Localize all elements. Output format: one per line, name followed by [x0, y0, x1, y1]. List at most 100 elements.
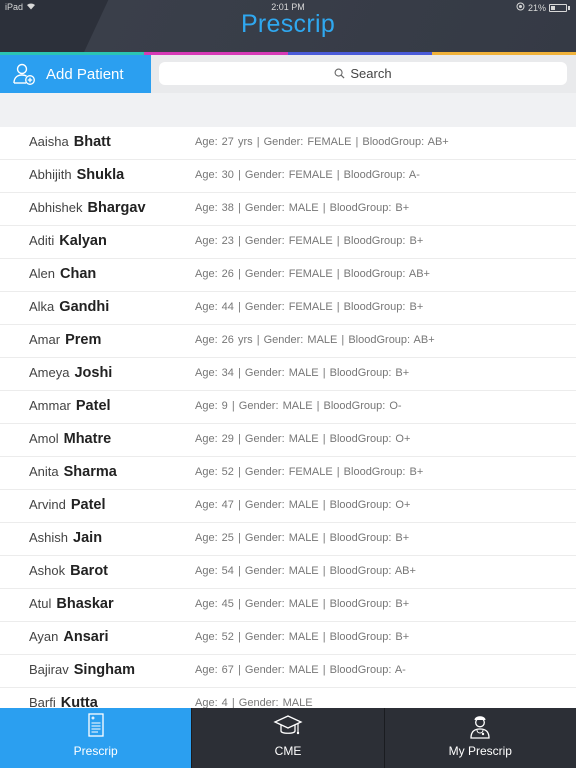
- search-placeholder: Search: [350, 66, 392, 81]
- tab-cme-label: CME: [274, 744, 302, 758]
- patient-name: Alka Gandhi: [29, 299, 109, 315]
- tab-prescrip-label: Prescrip: [73, 744, 118, 758]
- patient-name: Amar Prem: [29, 332, 101, 348]
- patient-last-name: Chan: [60, 266, 97, 282]
- list-item[interactable]: Bajirav Singham Age: 67 | Gender: MALE | …: [0, 655, 576, 688]
- list-item[interactable]: Barfi Kutta Age: 4 | Gender: MALE: [0, 688, 576, 708]
- patient-last-name: Mhatre: [63, 431, 112, 447]
- patient-last-name: Patel: [70, 497, 106, 513]
- patient-details: Age: 26 yrs | Gender: MALE | BloodGroup:…: [195, 334, 435, 346]
- patient-first-name: Arvind: [29, 497, 66, 512]
- patient-first-name: Abhishek: [29, 200, 83, 215]
- patient-last-name: Sharma: [63, 464, 117, 480]
- patient-name: Abhijith Shukla: [29, 167, 124, 183]
- patient-first-name: Amar: [29, 332, 61, 347]
- patient-name: Alen Chan: [29, 266, 96, 282]
- patient-details: Age: 30 | Gender: FEMALE | BloodGroup: A…: [195, 169, 420, 181]
- list-item[interactable]: Ayan Ansari Age: 52 | Gender: MALE | Bloo…: [0, 622, 576, 655]
- patient-first-name: Alen: [29, 266, 56, 281]
- patient-first-name: Barfi: [29, 695, 56, 708]
- patient-first-name: Ayan: [29, 629, 59, 644]
- patient-details: Age: 52 | Gender: MALE | BloodGroup: B+: [195, 631, 410, 643]
- patient-name: Ameya Joshi: [29, 365, 112, 381]
- patient-details: Age: 38 | Gender: MALE | BloodGroup: B+: [195, 202, 410, 214]
- patient-details: Age: 34 | Gender: MALE | BloodGroup: B+: [195, 367, 410, 379]
- list-item[interactable]: Abhijith Shukla Age: 30 | Gender: FEMALE …: [0, 160, 576, 193]
- patient-details: Age: 52 | Gender: FEMALE | BloodGroup: B…: [195, 466, 424, 478]
- patient-last-name: Ansari: [63, 629, 109, 645]
- tab-cme[interactable]: CME: [191, 708, 383, 768]
- list-header-band: [0, 93, 576, 127]
- patient-details: Age: 23 | Gender: FEMALE | BloodGroup: B…: [195, 235, 424, 247]
- patient-details: Age: 54 | Gender: MALE | BloodGroup: AB+: [195, 565, 416, 577]
- graduation-cap-icon: [273, 715, 303, 735]
- patient-first-name: Abhijith: [29, 167, 72, 182]
- app-title: Prescrip: [240, 10, 336, 38]
- patient-list[interactable]: Aaisha Bhatt Age: 27 yrs | Gender: FEMALE…: [0, 127, 576, 708]
- list-item[interactable]: Amar Prem Age: 26 yrs | Gender: MALE | Bl…: [0, 325, 576, 358]
- tab-bar: Prescrip CME My Prescrip: [0, 708, 576, 768]
- patient-last-name: Jain: [73, 530, 103, 546]
- search-input[interactable]: Search: [159, 62, 567, 85]
- patient-first-name: Ammar: [29, 398, 71, 413]
- tab-my-prescrip-label: My Prescrip: [448, 744, 512, 758]
- search-icon: [334, 68, 345, 79]
- patient-last-name: Bhatt: [73, 134, 111, 150]
- patient-first-name: Alka: [29, 299, 55, 314]
- patient-details: Age: 44 | Gender: FEMALE | BloodGroup: B…: [195, 301, 424, 313]
- list-item[interactable]: Ameya Joshi Age: 34 | Gender: MALE | Bloo…: [0, 358, 576, 391]
- list-item[interactable]: Aaisha Bhatt Age: 27 yrs | Gender: FEMALE…: [0, 127, 576, 160]
- patient-details: Age: 27 yrs | Gender: FEMALE | BloodGrou…: [195, 136, 449, 148]
- patient-details: Age: 26 | Gender: FEMALE | BloodGroup: A…: [195, 268, 430, 280]
- patient-name: Anita Sharma: [29, 464, 117, 480]
- patient-details: Age: 67 | Gender: MALE | BloodGroup: A-: [195, 664, 406, 676]
- patient-name: Atul Bhaskar: [29, 596, 114, 612]
- tab-my-prescrip[interactable]: My Prescrip: [383, 708, 576, 768]
- tab-prescrip[interactable]: Prescrip: [0, 708, 192, 768]
- patient-name: Barfi Kutta: [29, 695, 98, 708]
- prescription-pad-icon: [88, 713, 104, 737]
- patient-first-name: Aditi: [29, 233, 55, 248]
- patient-name: Amol Mhatre: [29, 431, 111, 447]
- patient-name: Aaisha Bhatt: [29, 134, 111, 150]
- list-item[interactable]: Aditi Kalyan Age: 23 | Gender: FEMALE | B…: [0, 226, 576, 259]
- patient-details: Age: 9 | Gender: MALE | BloodGroup: O-: [195, 400, 402, 412]
- patient-name: Ashok Barot: [29, 563, 108, 579]
- patient-first-name: Aaisha: [29, 134, 69, 149]
- patient-details: Age: 45 | Gender: MALE | BloodGroup: B+: [195, 598, 410, 610]
- patient-name: Ayan Ansari: [29, 629, 109, 645]
- patient-last-name: Shukla: [76, 167, 125, 183]
- list-item[interactable]: Amol Mhatre Age: 29 | Gender: MALE | Bloo…: [0, 424, 576, 457]
- app-header: iPad 2:01 PM 21% Prescrip: [0, 0, 576, 52]
- patient-first-name: Ameya: [29, 365, 70, 380]
- list-item[interactable]: Abhishek Bhargav Age: 38 | Gender: MALE |…: [0, 193, 576, 226]
- list-item[interactable]: Ashok Barot Age: 54 | Gender: MALE | Bloo…: [0, 556, 576, 589]
- patient-last-name: Bhaskar: [56, 596, 114, 612]
- patient-last-name: Singham: [73, 662, 135, 678]
- doctor-icon: [470, 716, 490, 739]
- patient-first-name: Amol: [29, 431, 59, 446]
- patient-last-name: Prem: [65, 332, 102, 348]
- patient-name: Ammar Patel: [29, 398, 111, 414]
- patient-name: Aditi Kalyan: [29, 233, 107, 249]
- list-item[interactable]: Alka Gandhi Age: 44 | Gender: FEMALE | Bl…: [0, 292, 576, 325]
- patient-last-name: Patel: [75, 398, 111, 414]
- patient-last-name: Bhargav: [87, 200, 146, 216]
- list-item[interactable]: Ashish Jain Age: 25 | Gender: MALE | Bloo…: [0, 523, 576, 556]
- patient-details: Age: 4 | Gender: MALE: [195, 697, 313, 708]
- patient-details: Age: 47 | Gender: MALE | BloodGroup: O+: [195, 499, 411, 511]
- patient-last-name: Joshi: [74, 365, 113, 381]
- patient-first-name: Ashok: [29, 563, 66, 578]
- patient-name: Bajirav Singham: [29, 662, 135, 678]
- add-patient-button[interactable]: Add Patient: [0, 55, 151, 93]
- list-item[interactable]: Ammar Patel Age: 9 | Gender: MALE | Blood…: [0, 391, 576, 424]
- list-item[interactable]: Alen Chan Age: 26 | Gender: FEMALE | Bloo…: [0, 259, 576, 292]
- add-patient-label: Add Patient: [46, 65, 124, 83]
- patient-first-name: Ashish: [29, 530, 69, 545]
- list-item[interactable]: Atul Bhaskar Age: 45 | Gender: MALE | Blo…: [0, 589, 576, 622]
- list-item[interactable]: Anita Sharma Age: 52 | Gender: FEMALE | B…: [0, 457, 576, 490]
- patient-first-name: Anita: [29, 464, 59, 479]
- toolbar: Add Patient Search: [0, 55, 576, 93]
- patient-last-name: Gandhi: [59, 299, 110, 315]
- list-item[interactable]: Arvind Patel Age: 47 | Gender: MALE | Blo…: [0, 490, 576, 523]
